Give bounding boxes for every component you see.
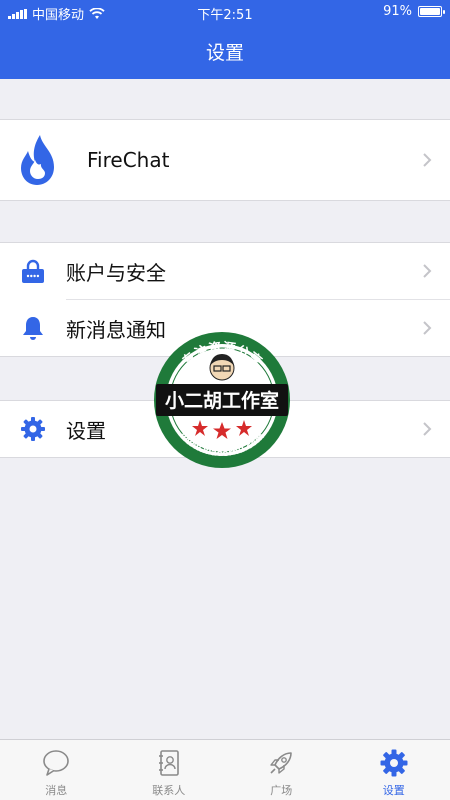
bell-icon: [23, 317, 43, 340]
lock-icon: [22, 259, 44, 283]
page-title: 设置: [205, 42, 244, 64]
header: 中国移动 下午2:51 91% 设置: [0, 0, 450, 79]
tab-messages[interactable]: 消息: [0, 740, 113, 800]
tab-contacts-label: 联系人: [152, 784, 186, 797]
flame-icon: [21, 135, 54, 185]
chevron-right-icon: [423, 321, 432, 335]
watermark-banner: 小二胡工作室: [165, 389, 279, 412]
rocket-icon: [270, 752, 293, 774]
watermark-logo: 专注资源分享 www.xiaoerhu.com 小二胡工作室: [154, 332, 290, 468]
tab-settings-label: 设置: [382, 784, 405, 797]
profile-row[interactable]: FireChat: [0, 120, 450, 200]
notifications-label: 新消息通知: [66, 317, 166, 342]
tab-messages-label: 消息: [45, 784, 68, 797]
message-icon: [43, 750, 70, 776]
tab-bar: 消息 联系人 广场 设置: [0, 739, 450, 800]
battery-percent: 91%: [383, 4, 412, 19]
contacts-icon: [158, 750, 179, 776]
chevron-right-icon: [423, 264, 432, 278]
gear-icon: [21, 417, 45, 441]
gear-icon: [380, 749, 408, 777]
battery-icon: [418, 6, 445, 17]
tab-plaza-label: 广场: [270, 784, 293, 797]
account-security-row[interactable]: 账户与安全: [0, 243, 450, 299]
chevron-right-icon: [423, 153, 432, 167]
tab-contacts[interactable]: 联系人: [113, 740, 226, 800]
chevron-right-icon: [423, 422, 432, 436]
account-security-label: 账户与安全: [66, 260, 166, 285]
profile-group: FireChat: [0, 119, 450, 201]
settings-label: 设置: [66, 418, 106, 443]
tab-settings[interactable]: 设置: [338, 740, 450, 800]
tab-plaza[interactable]: 广场: [225, 740, 338, 800]
status-bar: 中国移动 下午2:51 91%: [0, 0, 450, 24]
app-name: FireChat: [87, 148, 170, 172]
